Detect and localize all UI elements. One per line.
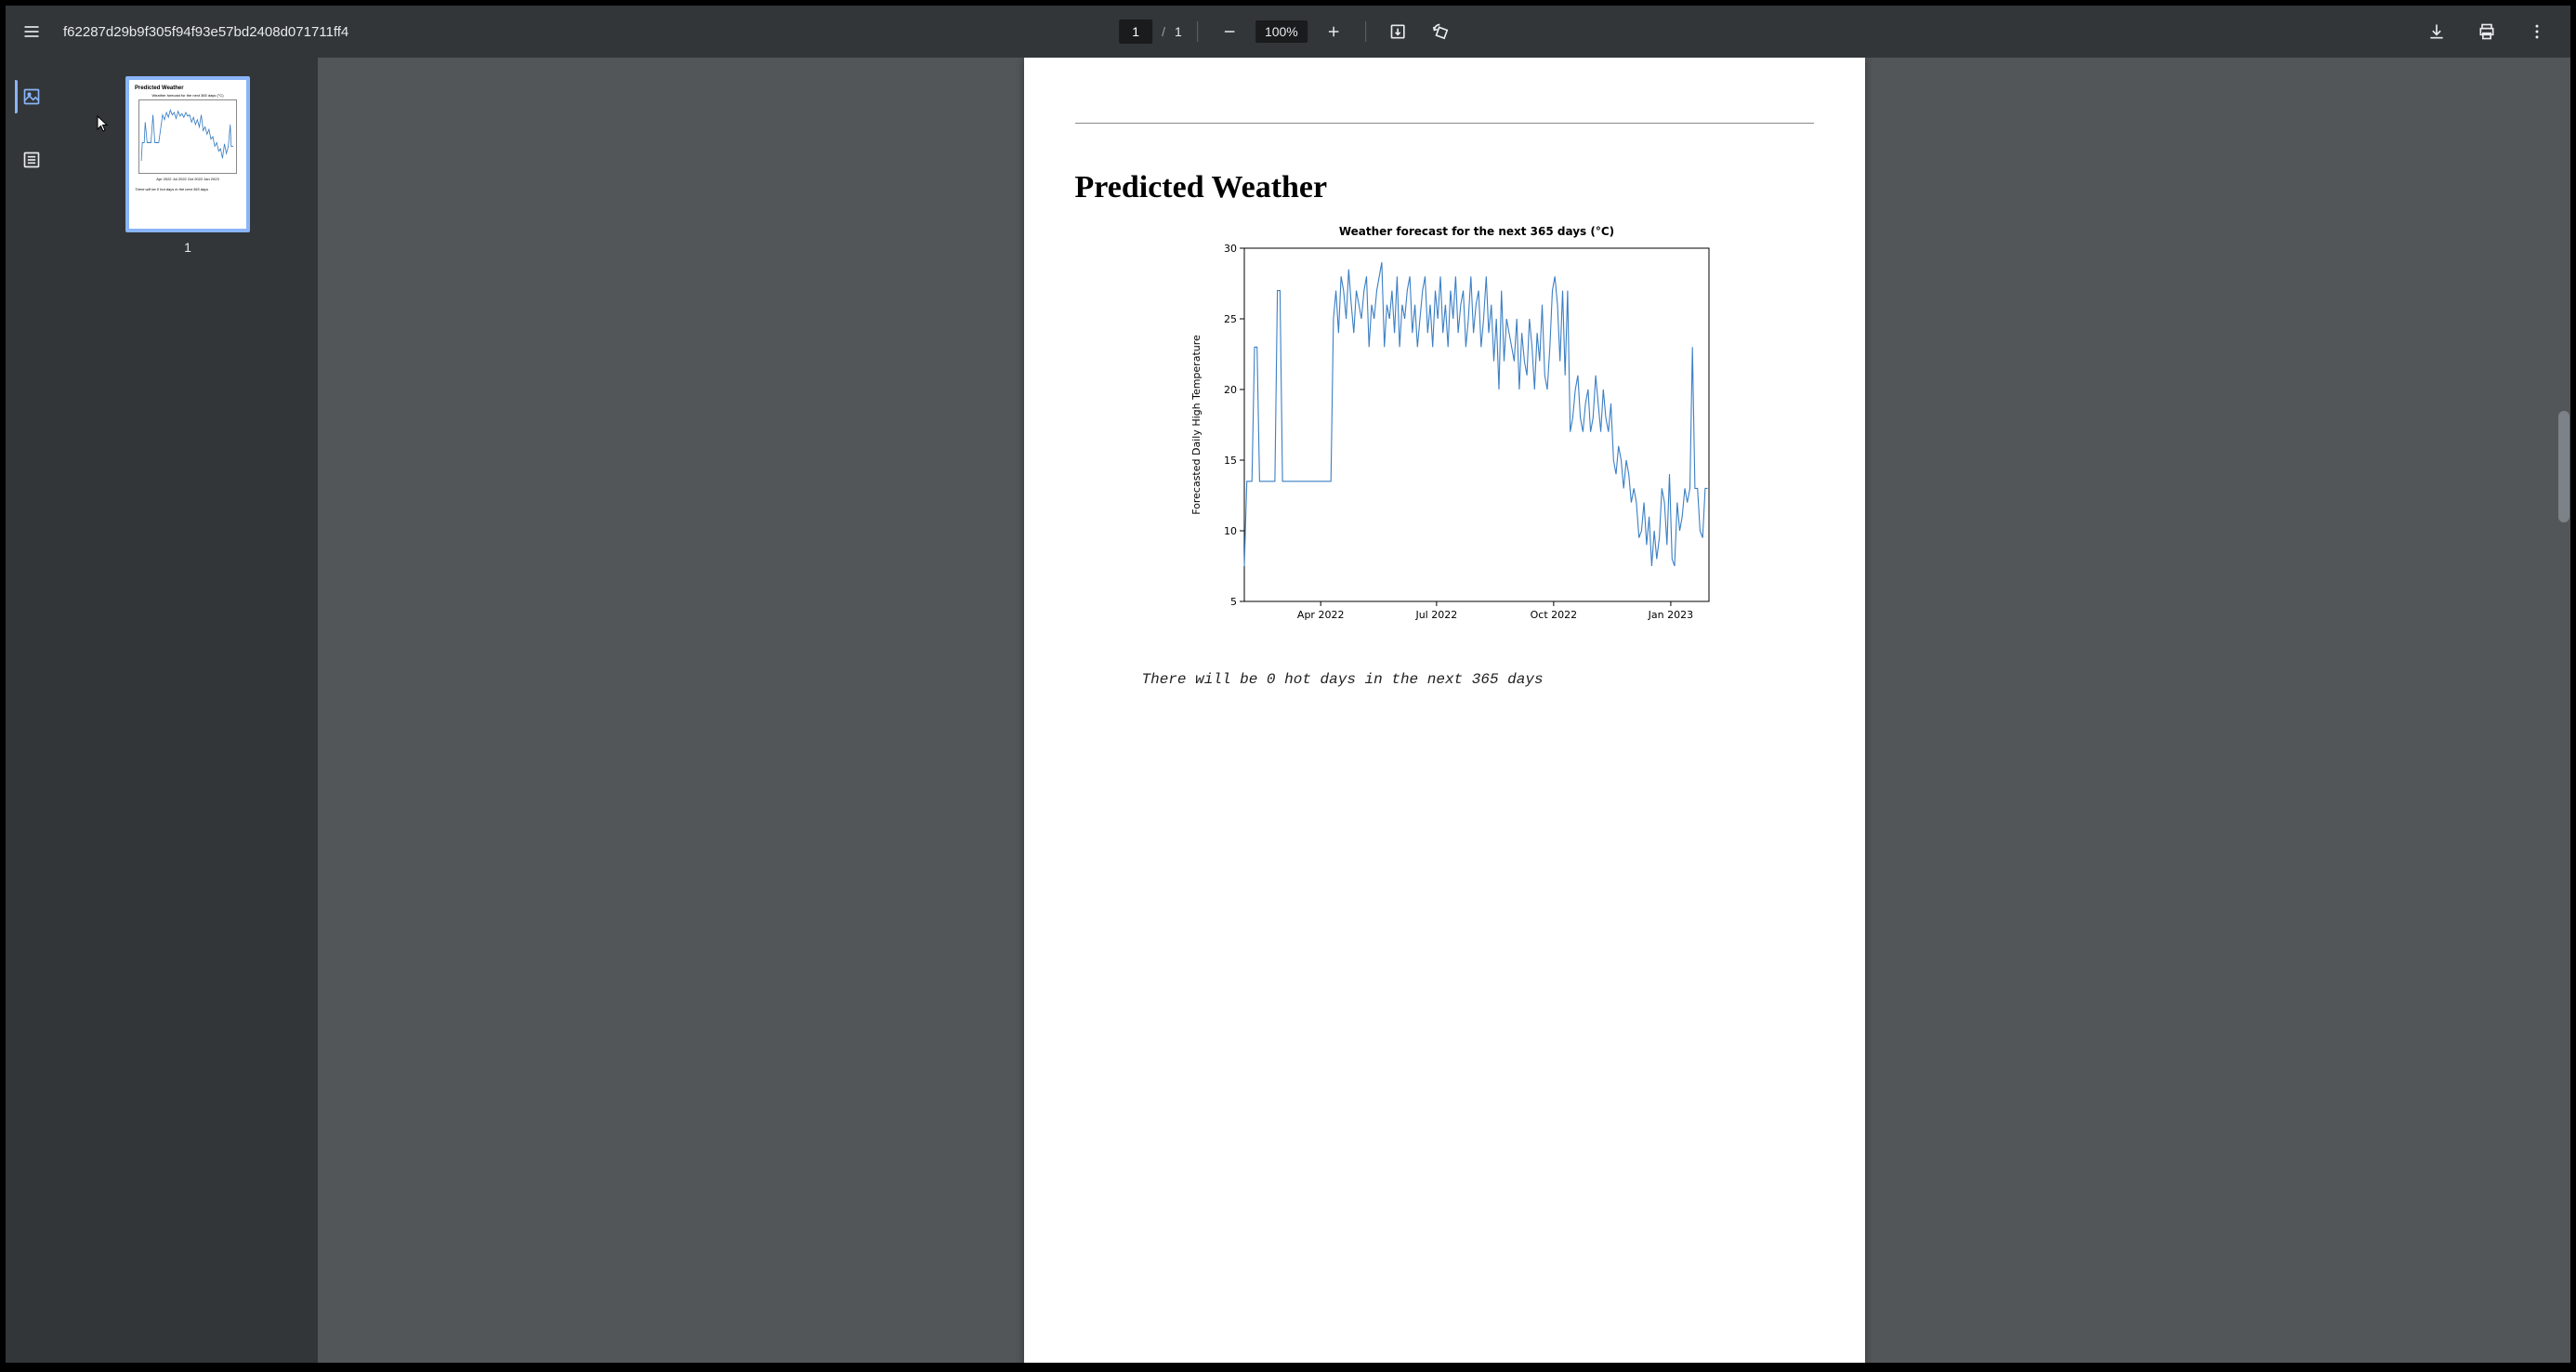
weather-chart: Weather forecast for the next 365 days (… [1156, 222, 1732, 627]
svg-text:20: 20 [1224, 384, 1237, 396]
page-number-input[interactable] [1119, 20, 1152, 44]
page-thumbnail-1[interactable]: Predicted Weather Weather forecast for t… [125, 76, 250, 232]
svg-text:Weather forecast for the next: Weather forecast for the next 365 days (… [1339, 225, 1614, 238]
more-menu-button[interactable] [2520, 15, 2554, 48]
svg-text:10: 10 [1224, 525, 1237, 537]
svg-text:Forecasted Daily High Temperat: Forecasted Daily High Temperature [1190, 335, 1203, 515]
pdf-page-1: Predicted Weather Weather forecast for t… [1024, 58, 1865, 1363]
svg-text:5: 5 [1230, 596, 1237, 608]
svg-text:30: 30 [1224, 243, 1237, 255]
zoom-in-button[interactable] [1317, 15, 1350, 48]
thumbnail-panel: Predicted Weather Weather forecast for t… [58, 58, 318, 1363]
svg-text:Apr 2022: Apr 2022 [1297, 609, 1345, 621]
svg-text:Jul 2022: Jul 2022 [1414, 609, 1457, 621]
fit-page-button[interactable] [1381, 15, 1414, 48]
page-heading: Predicted Weather [1075, 170, 1814, 205]
toolbar-divider [1197, 21, 1198, 42]
rotate-button[interactable] [1424, 15, 1457, 48]
horizontal-rule [1075, 123, 1814, 124]
print-button[interactable] [2470, 15, 2504, 48]
chart-caption: There will be 0 hot days in the next 365… [1142, 671, 1814, 688]
outline-icon[interactable] [15, 143, 48, 177]
document-canvas[interactable]: Predicted Weather Weather forecast for t… [318, 58, 2570, 1363]
document-title: f62287d29b9f305f94f93e57bd2408d071711ff4 [63, 24, 348, 40]
toolbar-divider [1365, 21, 1366, 42]
zoom-out-button[interactable] [1213, 15, 1246, 48]
svg-text:Jan 2023: Jan 2023 [1648, 609, 1693, 621]
menu-icon[interactable] [15, 15, 48, 48]
svg-text:Oct 2022: Oct 2022 [1531, 609, 1578, 621]
page-separator: / [1162, 24, 1165, 39]
svg-text:15: 15 [1224, 455, 1237, 467]
download-button[interactable] [2420, 15, 2453, 48]
thumbnail-label: 1 [184, 240, 191, 255]
svg-text:25: 25 [1224, 313, 1237, 325]
pdf-toolbar: f62287d29b9f305f94f93e57bd2408d071711ff4… [6, 6, 2570, 58]
thumbnails-icon[interactable] [15, 80, 48, 113]
page-total: 1 [1175, 24, 1182, 39]
sidebar-rail [6, 58, 58, 1363]
scrollbar-thumb[interactable] [2558, 411, 2569, 522]
vertical-scrollbar[interactable] [2557, 58, 2570, 1363]
zoom-level[interactable]: 100% [1255, 20, 1308, 43]
